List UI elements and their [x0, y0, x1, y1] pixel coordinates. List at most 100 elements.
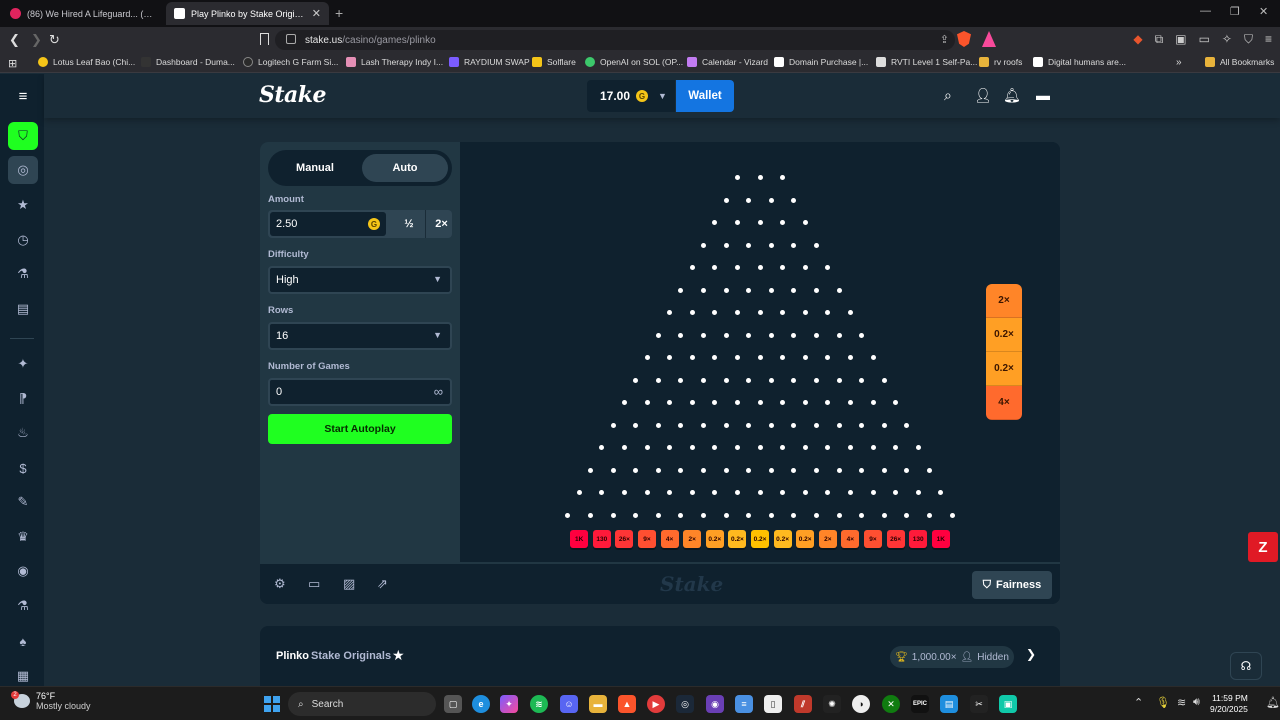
stake-originals-icon[interactable]: ⁋ [10, 386, 36, 412]
support-headset-icon[interactable]: ☊ [1230, 652, 1262, 680]
close-window-icon[interactable]: ✕ [1259, 5, 1268, 18]
start-autoplay-button[interactable]: Start Autoplay [268, 414, 452, 444]
microphone-icon[interactable]: 🎙︎ [1156, 696, 1170, 709]
site-info-icon[interactable] [286, 34, 296, 44]
bookmark-item[interactable]: Dashboard - Duma... [141, 57, 235, 67]
bookmark-page-icon[interactable] [260, 33, 269, 45]
docs-icon[interactable]: ≡ [735, 695, 753, 713]
taskbar-search[interactable]: ⌕ Search [288, 692, 436, 716]
bookmark-item[interactable]: Domain Purchase |... [774, 57, 868, 67]
bookmark-item[interactable]: Lotus Leaf Bao (Chi... [38, 57, 135, 67]
half-button[interactable]: ½ [393, 210, 425, 238]
challenges-icon[interactable]: ⚗ [10, 261, 36, 287]
hamburger-menu-icon[interactable]: ≡ [10, 83, 36, 109]
rows-select[interactable]: 16 ▼ [268, 322, 452, 350]
obs-icon[interactable]: ◉ [706, 695, 724, 713]
favourite-star-icon[interactable]: ★ [392, 647, 405, 664]
snipping-tool-icon[interactable]: ✂ [970, 695, 988, 713]
url-field[interactable]: stake.us/casino/games/plinko ⇪ [275, 30, 955, 50]
back-icon[interactable]: ❮ [9, 32, 20, 48]
edge-icon[interactable]: e [472, 695, 490, 713]
spotify-icon[interactable]: ≋ [530, 695, 548, 713]
wifi-icon[interactable]: ≋ [1177, 696, 1186, 709]
chatgpt-icon[interactable]: ✺ [823, 695, 841, 713]
manual-tab[interactable]: Manual [272, 154, 358, 182]
vpn-icon[interactable]: ⛉ [1244, 32, 1253, 47]
double-button[interactable]: 2× [425, 210, 457, 238]
zendesk-widget-icon[interactable]: Z [1248, 532, 1278, 562]
extensions-icon[interactable]: ⧉ [1155, 32, 1164, 47]
slots-icon[interactable]: $ [10, 455, 36, 481]
stake-logo[interactable]: Stake [259, 82, 327, 108]
task-view-icon[interactable]: ▢ [444, 695, 462, 713]
volume-icon[interactable]: 🔊︎ [1193, 696, 1200, 709]
brave-shields-icon[interactable] [957, 31, 971, 47]
restore-icon[interactable]: ❐ [1230, 5, 1240, 18]
epic-games-icon[interactable]: EPIC [911, 695, 929, 713]
infinity-icon[interactable]: ∞ [434, 384, 443, 399]
stake-casino-icon[interactable]: ⛉ [8, 122, 38, 150]
game-shows-icon[interactable]: ♛ [10, 524, 36, 550]
system-clock[interactable]: 11:59 PM 9/20/2025 [1210, 693, 1248, 715]
live-stats-icon[interactable]: ▨ [343, 576, 355, 592]
brave-icon[interactable]: ▲ [618, 695, 636, 713]
search-icon[interactable]: ⌕ [944, 87, 952, 104]
windows-start-icon[interactable] [264, 696, 280, 712]
popout-icon[interactable]: ⇗ [377, 576, 388, 592]
tab-plinko[interactable]: Play Plinko by Stake Originals Or ✕ [166, 2, 329, 25]
bookmark-item[interactable]: OpenAI on SOL (OP... [585, 57, 683, 67]
chevron-right-icon[interactable]: ❯ [1026, 647, 1036, 661]
auto-tab[interactable]: Auto [362, 154, 448, 182]
file-explorer-icon[interactable]: ▬ [589, 695, 607, 713]
apps-grid-icon[interactable]: ⊞ [8, 57, 17, 70]
forward-icon[interactable]: ❯ [31, 32, 42, 48]
share-icon[interactable]: ⇪ [940, 33, 949, 46]
live-casino-icon[interactable]: ✎ [10, 489, 36, 515]
notification-bell-icon[interactable]: 🔔︎ [1266, 696, 1280, 709]
recent-icon[interactable]: ◷ [10, 227, 36, 253]
clock-app-icon[interactable]: ◑ [852, 695, 870, 713]
blackjack-icon[interactable]: ♠ [10, 628, 36, 654]
max-win-pill[interactable]: 🏆︎ 1,000.00× 👤︎ Hidden [890, 646, 1014, 668]
hot-games-icon[interactable]: ♨ [10, 420, 36, 446]
reload-icon[interactable]: ↻ [49, 32, 60, 48]
screenshot-icon[interactable]: ▣ [1175, 32, 1186, 47]
publishers-icon[interactable]: ⚗ [10, 593, 36, 619]
autodesk-icon[interactable]: ⫽ [794, 695, 812, 713]
wallet-icon[interactable]: ▭ [1199, 32, 1210, 47]
all-bookmarks-folder[interactable]: All Bookmarks [1205, 57, 1274, 67]
theatre-mode-icon[interactable]: ▭ [308, 576, 320, 592]
wallet-button[interactable]: Wallet [676, 80, 734, 112]
new-releases-icon[interactable]: ✦ [10, 351, 36, 377]
new-tab-icon[interactable]: + [335, 5, 343, 21]
balance-selector[interactable]: 17.00 G ▼ [587, 80, 675, 112]
leo-ai-icon[interactable]: ✧ [1222, 32, 1232, 47]
close-tab-icon[interactable]: ✕ [312, 7, 321, 20]
bookmark-item[interactable]: Lash Therapy Indy I... [346, 57, 443, 67]
tab-youtube[interactable]: (86) We Hired A Lifeguard... (Waterp [2, 2, 162, 25]
number-of-games-input[interactable]: 0 ∞ [268, 378, 452, 406]
bookmark-item[interactable]: rv roofs [979, 57, 1022, 67]
amount-input[interactable]: 2.50 G [270, 212, 386, 236]
menu-icon[interactable]: ≡ [1265, 32, 1272, 47]
provider-link[interactable]: Stake Originals [311, 650, 391, 662]
all-games-icon[interactable]: ▦ [10, 663, 36, 686]
favourites-icon[interactable]: ★ [10, 192, 36, 218]
more-bookmarks-icon[interactable]: » [1176, 57, 1182, 68]
chat-icon[interactable]: ▬ [1036, 87, 1050, 103]
bookmark-item[interactable]: Logitech G Farm Si... [243, 57, 338, 67]
copilot-icon[interactable]: ✦ [500, 695, 518, 713]
brave-rewards-icon[interactable] [982, 31, 996, 47]
terminal-icon[interactable]: ▣ [999, 695, 1017, 713]
minimize-icon[interactable]: — [1200, 5, 1211, 17]
difficulty-select[interactable]: High ▼ [268, 266, 452, 294]
show-hidden-icons-icon[interactable]: ⌃ [1134, 696, 1143, 709]
sports-icon[interactable]: ◎ [8, 156, 38, 184]
weather-widget[interactable]: 2 76°F Mostly cloudy [11, 691, 91, 711]
settings-icon[interactable]: ⚙ [274, 576, 286, 592]
user-icon[interactable]: 👤︎ [974, 87, 992, 104]
bookmark-item[interactable]: RAYDIUM SWAP [449, 57, 530, 67]
bookmark-item[interactable]: RVTI Level 1 Self-Pa... [876, 57, 977, 67]
bookmark-item[interactable]: Calendar - Vizard [687, 57, 768, 67]
my-bets-icon[interactable]: ▤ [10, 296, 36, 322]
